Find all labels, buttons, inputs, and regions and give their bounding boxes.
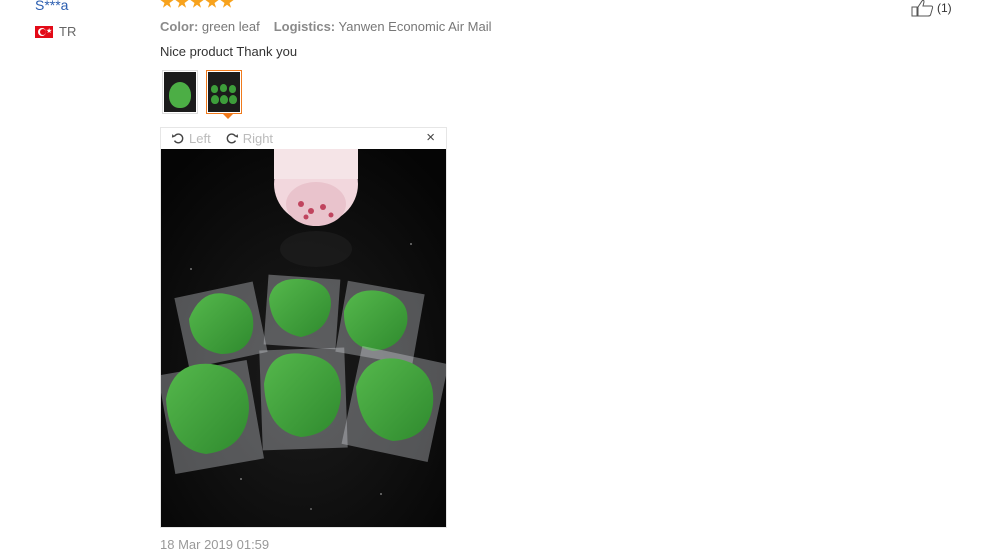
rotate-right-label: Right bbox=[242, 130, 274, 146]
viewer-toolbar: Left Right × bbox=[161, 128, 446, 148]
star-icon bbox=[175, 0, 189, 8]
logistics-info: Logistics: Yanwen Economic Air Mail bbox=[274, 19, 492, 34]
close-icon[interactable]: × bbox=[426, 129, 435, 146]
logistics-value: Yanwen Economic Air Mail bbox=[338, 19, 492, 34]
star-icon bbox=[220, 0, 234, 8]
star-icon bbox=[205, 0, 219, 8]
thumbnail-pointer bbox=[222, 113, 234, 119]
country-code: TR bbox=[59, 24, 77, 39]
rotate-right-button[interactable]: Right bbox=[225, 131, 273, 146]
review-date: 18 Mar 2019 01:59 bbox=[160, 537, 270, 552]
logistics-label: Logistics: bbox=[273, 19, 336, 34]
helpful-count: (1) bbox=[937, 1, 952, 15]
review-thumbnail-active[interactable] bbox=[206, 70, 242, 114]
review-thumbnails bbox=[162, 70, 242, 114]
rotate-right-icon bbox=[226, 133, 238, 144]
review-text: Nice product Thank you bbox=[160, 44, 298, 59]
review-meta: Color: green leaf Logistics: Yanwen Econ… bbox=[160, 19, 491, 34]
rotate-left-button[interactable]: Left bbox=[171, 131, 211, 146]
color-label: Color: bbox=[160, 19, 199, 34]
rating-stars bbox=[160, 0, 234, 9]
reviewer-name[interactable]: S***a bbox=[35, 0, 68, 13]
star-icon bbox=[190, 0, 204, 8]
rotate-left-icon bbox=[171, 133, 184, 144]
helpful-button[interactable]: (1) bbox=[911, 0, 952, 17]
review-photo bbox=[161, 149, 446, 527]
color-value: green leaf bbox=[201, 19, 260, 34]
star-icon bbox=[160, 0, 174, 8]
rotate-left-label: Left bbox=[189, 130, 211, 146]
color-info: Color: green leaf bbox=[160, 19, 260, 34]
image-viewer: Left Right × bbox=[160, 127, 447, 528]
review-thumbnail[interactable] bbox=[162, 70, 198, 114]
reviewer-country: ★ TR bbox=[35, 24, 76, 39]
turkey-flag-icon: ★ bbox=[35, 25, 53, 38]
thumbs-up-icon bbox=[911, 0, 934, 17]
